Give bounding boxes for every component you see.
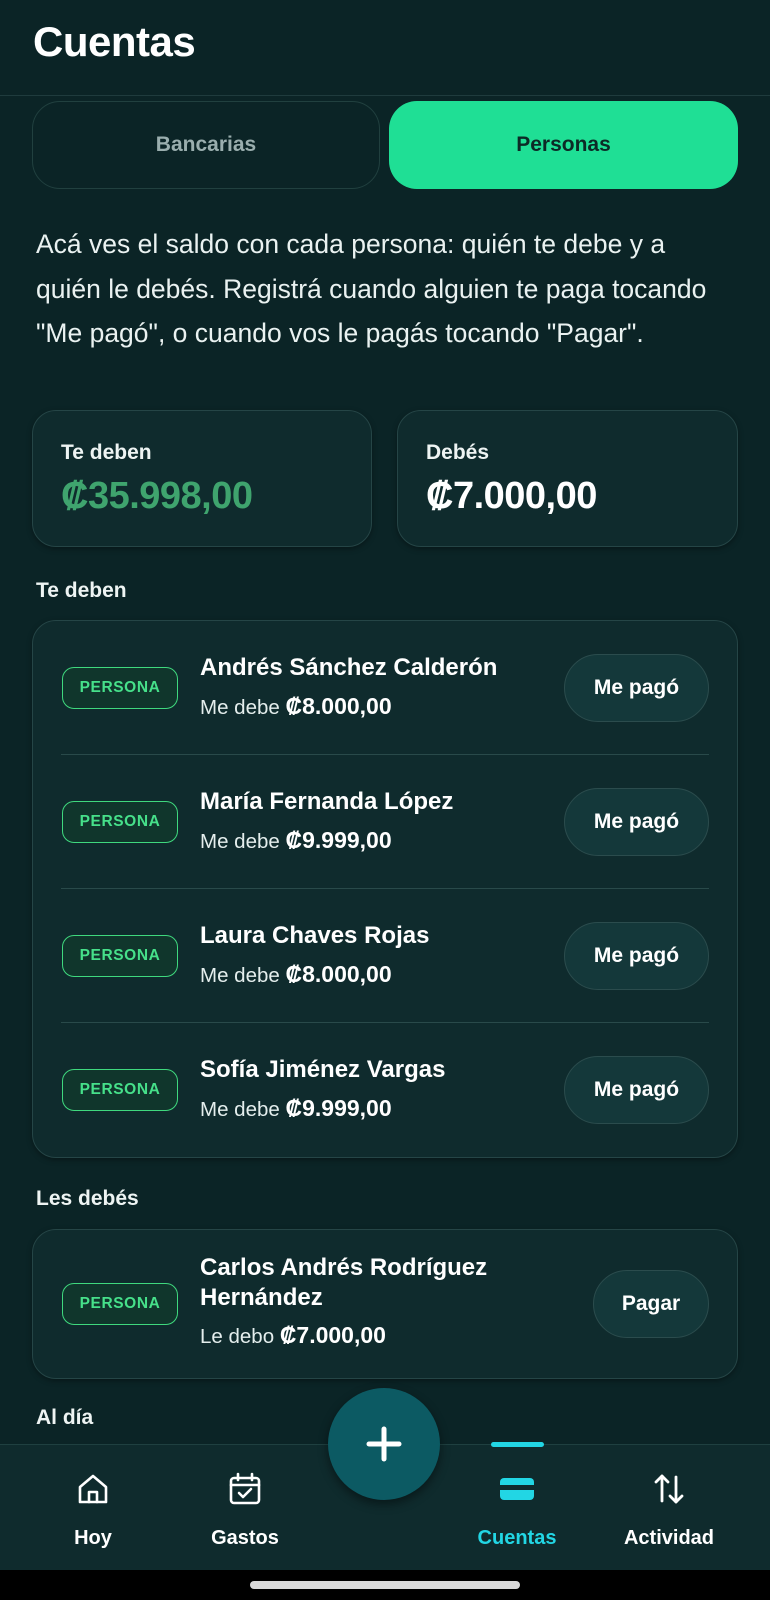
accounts-screen: Cuentas Bancarias Personas Acá ves el sa… <box>0 0 770 1600</box>
section-title-owed-to-me: Te deben <box>36 579 127 602</box>
active-tab-indicator <box>491 1442 544 1447</box>
calendar-check-icon <box>229 1472 261 1505</box>
intro-text: Acá ves el saldo con cada persona: quién… <box>36 229 707 348</box>
summary-owed-to-me-card: Te deben ₡35.998,00 <box>32 410 372 547</box>
section-title-settled: Al día <box>36 1406 94 1429</box>
debt-amount: ₡9.999,00 <box>285 827 392 853</box>
owed-to-me-list: PERSONA Andrés Sánchez Calderón Me debe … <box>32 620 738 1158</box>
debt-line: Me debe ₡9.999,00 <box>200 827 392 854</box>
person-badge: PERSONA <box>62 1069 178 1111</box>
nav-item-gastos[interactable]: Gastos <box>170 1445 320 1571</box>
tab-bancarias[interactable]: Bancarias <box>32 101 380 189</box>
person-name-line1: Carlos Andrés Rodríguez <box>200 1254 488 1281</box>
system-navigation-bar <box>0 1570 770 1600</box>
i-owe-list: PERSONA Carlos Andrés Rodríguez Hernánde… <box>32 1229 738 1379</box>
tab-personas[interactable]: Personas <box>389 101 738 189</box>
nav-label: Actividad <box>623 1527 715 1549</box>
person-name-line2: Hernández <box>200 1284 323 1311</box>
me-pago-button[interactable]: Me pagó <box>564 922 709 990</box>
debt-line: Me debe ₡8.000,00 <box>200 693 392 720</box>
debt-prefix: Me debe <box>200 830 280 853</box>
debt-amount: ₡8.000,00 <box>285 961 392 987</box>
debt-prefix: Me debe <box>200 696 280 719</box>
list-item: PERSONA María Fernanda López Me debe ₡9.… <box>33 755 737 889</box>
person-badge: PERSONA <box>62 1283 178 1325</box>
nav-item-actividad[interactable]: Actividad <box>594 1445 744 1571</box>
debt-prefix: Me debe <box>200 1098 280 1121</box>
person-name: Sofía Jiménez Vargas <box>200 1056 446 1083</box>
me-pago-button[interactable]: Me pagó <box>564 788 709 856</box>
summary-owed-to-me-amount: ₡35.998,00 <box>61 475 253 517</box>
me-pago-button[interactable]: Me pagó <box>564 654 709 722</box>
person-badge: PERSONA <box>62 935 178 977</box>
pagar-button[interactable]: Pagar <box>593 1270 709 1338</box>
swap-vertical-icon <box>654 1474 684 1504</box>
person-name: María Fernanda López <box>200 788 454 815</box>
person-name: Andrés Sánchez Calderón <box>200 654 498 681</box>
app-header: Cuentas <box>0 0 770 96</box>
home-indicator[interactable] <box>250 1581 520 1589</box>
summary-i-owe-card: Debés ₡7.000,00 <box>397 410 738 547</box>
me-pago-button[interactable]: Me pagó <box>564 1056 709 1124</box>
debt-prefix: Le debo <box>200 1325 275 1348</box>
summary-i-owe-label: Debés <box>426 441 490 464</box>
person-badge: PERSONA <box>62 667 178 709</box>
debt-line: Me debe ₡9.999,00 <box>200 1095 392 1122</box>
nav-label: Hoy <box>74 1527 112 1549</box>
card-icon <box>500 1478 534 1500</box>
list-item: PERSONA Andrés Sánchez Calderón Me debe … <box>33 621 737 755</box>
debt-prefix: Me debe <box>200 964 280 987</box>
list-item: PERSONA Laura Chaves Rojas Me debe ₡8.00… <box>33 889 737 1023</box>
nav-label: Gastos <box>211 1527 279 1549</box>
person-badge: PERSONA <box>62 801 178 843</box>
debt-line: Me debe ₡8.000,00 <box>200 961 392 988</box>
summary-i-owe-amount: ₡7.000,00 <box>426 475 597 517</box>
person-name: Laura Chaves Rojas <box>200 922 430 949</box>
tab-personas-label: Personas <box>516 133 611 156</box>
tab-bancarias-label: Bancarias <box>155 133 257 156</box>
debt-amount: ₡7.000,00 <box>279 1322 386 1348</box>
page-title: Cuentas <box>33 18 196 65</box>
add-button[interactable] <box>328 1388 440 1500</box>
nav-item-hoy[interactable]: Hoy <box>18 1445 168 1571</box>
plus-icon <box>366 1426 402 1462</box>
list-item: PERSONA Carlos Andrés Rodríguez Hernánde… <box>33 1230 737 1380</box>
debt-amount: ₡9.999,00 <box>285 1095 392 1121</box>
nav-label: Cuentas <box>477 1527 557 1549</box>
debt-line: Le debo ₡7.000,00 <box>200 1322 386 1349</box>
nav-item-cuentas[interactable]: Cuentas <box>442 1445 592 1571</box>
list-item: PERSONA Sofía Jiménez Vargas Me debe ₡9.… <box>33 1023 737 1157</box>
summary-owed-to-me-label: Te deben <box>61 441 152 464</box>
debt-amount: ₡8.000,00 <box>285 693 392 719</box>
section-title-i-owe: Les debés <box>36 1187 139 1210</box>
home-icon <box>78 1474 108 1504</box>
